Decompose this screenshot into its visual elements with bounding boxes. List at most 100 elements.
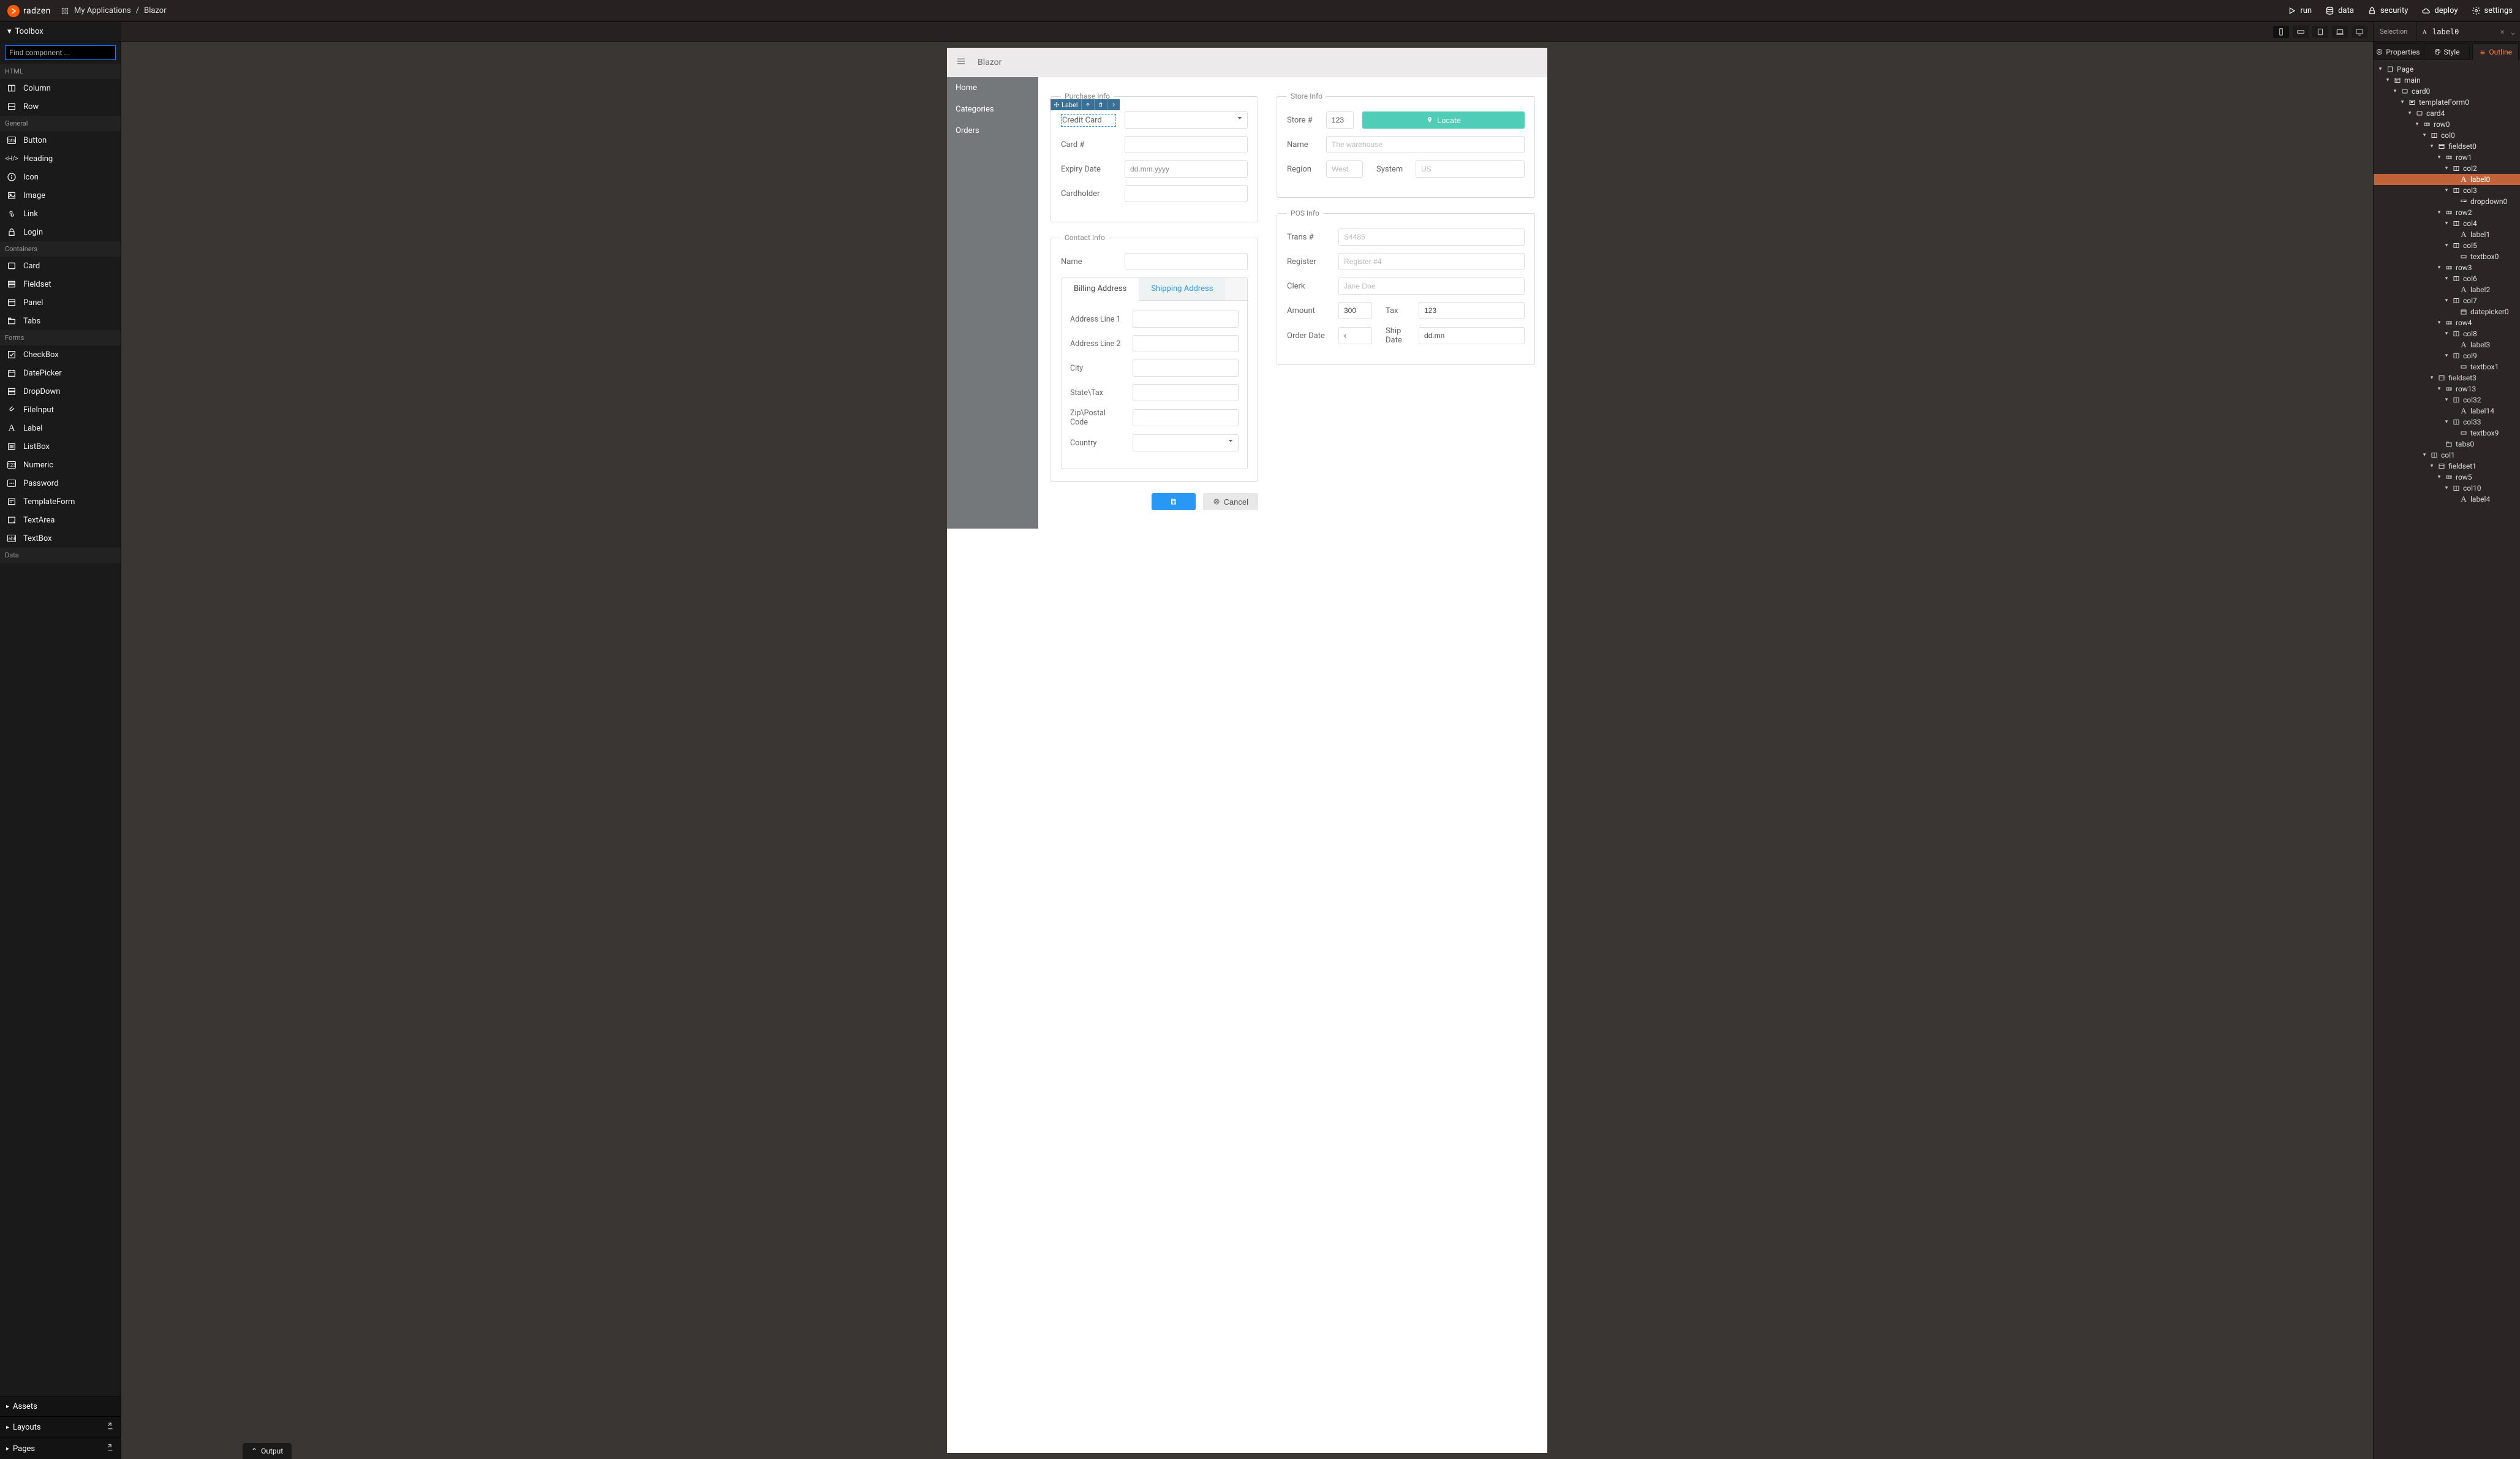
outline-node-label0[interactable]: Alabel0 — [2374, 174, 2520, 185]
tool-numeric[interactable]: 123Numeric — [0, 456, 121, 474]
tab-outline[interactable]: Outline — [2472, 43, 2519, 60]
outline-node-col0[interactable]: ▾col0 — [2374, 130, 2520, 141]
run-action[interactable]: run — [2287, 6, 2312, 15]
tab-billing[interactable]: Billing Address — [1062, 278, 1139, 301]
tool-checkbox[interactable]: CheckBox — [0, 345, 121, 364]
outline-node-label14[interactable]: Alabel14 — [2374, 405, 2520, 417]
tool-panel[interactable]: Panel — [0, 293, 121, 312]
input-clerk[interactable] — [1338, 277, 1525, 295]
breadcrumb-project[interactable]: Blazor — [144, 6, 167, 15]
nav-orders[interactable]: Orders — [947, 120, 1038, 141]
outline-node-col33[interactable]: ▾col33 — [2374, 417, 2520, 428]
outline-node-fieldset1[interactable]: ▾fieldset1 — [2374, 461, 2520, 472]
select-country[interactable] — [1133, 434, 1239, 451]
tool-icon[interactable]: Icon — [0, 168, 121, 186]
input-addr2[interactable] — [1133, 335, 1239, 352]
input-region[interactable] — [1326, 160, 1363, 178]
tool-login[interactable]: Login — [0, 223, 121, 241]
tool-dropdown[interactable]: DropDown — [0, 382, 121, 401]
outline-node-row3[interactable]: ▾row3 — [2374, 262, 2520, 273]
tool-row[interactable]: Row — [0, 97, 121, 116]
input-order-date[interactable] — [1338, 327, 1372, 344]
outline-node-col2[interactable]: ▾col2 — [2374, 163, 2520, 174]
outline-node-card4[interactable]: ▾card4 — [2374, 108, 2520, 119]
export-icon[interactable] — [106, 1443, 115, 1454]
fieldset-pos[interactable]: POS Info Trans # Register Clerk Amount T… — [1277, 209, 1535, 365]
tool-templateform[interactable]: TemplateForm — [0, 492, 121, 511]
input-zip[interactable] — [1133, 409, 1239, 426]
device-tablet[interactable] — [2312, 25, 2329, 39]
outline-node-col7[interactable]: ▾col7 — [2374, 295, 2520, 306]
tab-style[interactable]: Style — [2424, 43, 2470, 60]
tab-properties[interactable]: Properties — [2375, 43, 2421, 60]
nav-home[interactable]: Home — [947, 77, 1038, 99]
input-ship-date[interactable] — [1419, 327, 1525, 344]
tool-datepicker[interactable]: DatePicker — [0, 364, 121, 382]
outline-node-row5[interactable]: ▾row5 — [2374, 472, 2520, 483]
input-register[interactable] — [1338, 253, 1525, 270]
outline-node-dropdown0[interactable]: dropdown0 — [2374, 196, 2520, 207]
next-select[interactable] — [1107, 99, 1120, 110]
outline-node-label4[interactable]: Alabel4 — [2374, 494, 2520, 505]
input-store-name[interactable] — [1326, 136, 1525, 153]
outline-node-tabs0[interactable]: tabs0 — [2374, 439, 2520, 450]
save-button[interactable] — [1152, 493, 1196, 510]
parent-select[interactable] — [1082, 99, 1095, 110]
outline-node-col5[interactable]: ▾col5 — [2374, 240, 2520, 251]
tool-heading[interactable]: <H/>Heading — [0, 149, 121, 168]
selection-dropdown[interactable]: ⌄ — [2511, 28, 2515, 36]
tool-password[interactable]: •••Password — [0, 474, 121, 492]
device-desktop[interactable] — [2351, 25, 2368, 39]
input-contact-name[interactable] — [1125, 253, 1248, 270]
design-canvas[interactable]: Blazor Home Categories Orders Purch — [121, 42, 2373, 1459]
outline-tree[interactable]: ▾Page▾main▾card0▾templateForm0▾card4▾row… — [2374, 60, 2520, 1459]
outline-node-row0[interactable]: ▾row0 — [2374, 119, 2520, 130]
outline-node-label3[interactable]: Alabel3 — [2374, 339, 2520, 350]
input-tax[interactable] — [1419, 302, 1525, 319]
outline-node-fieldset3[interactable]: ▾fieldset3 — [2374, 372, 2520, 383]
fieldset-purchase[interactable]: Purchase Info Label C — [1051, 92, 1258, 222]
toolbox-header[interactable]: ▾ Toolbox — [0, 22, 121, 41]
tool-textarea[interactable]: TextArea — [0, 511, 121, 529]
input-expiry[interactable] — [1125, 160, 1248, 178]
clear-selection[interactable]: × — [2498, 28, 2507, 36]
export-icon[interactable] — [106, 1422, 115, 1433]
device-laptop[interactable] — [2331, 25, 2348, 39]
tool-column[interactable]: Column — [0, 79, 121, 97]
outline-node-card0[interactable]: ▾card0 — [2374, 86, 2520, 97]
tool-listbox[interactable]: ListBox — [0, 437, 121, 456]
move-handle[interactable]: Label — [1051, 99, 1082, 110]
delete-element[interactable] — [1095, 99, 1107, 110]
outline-node-col1[interactable]: ▾col1 — [2374, 450, 2520, 461]
deploy-action[interactable]: deploy — [2421, 6, 2458, 15]
tool-button[interactable]: btnButton — [0, 131, 121, 149]
outline-node-textbox1[interactable]: textbox1 — [2374, 361, 2520, 372]
hamburger-icon[interactable] — [956, 56, 967, 69]
locate-button[interactable]: Locate — [1362, 111, 1525, 129]
fieldset-store[interactable]: Store Info Store # Locate Name — [1277, 92, 1535, 198]
outline-node-col9[interactable]: ▾col9 — [2374, 350, 2520, 361]
input-card-no[interactable] — [1125, 136, 1248, 153]
input-store-no[interactable] — [1326, 111, 1354, 129]
outline-node-row13[interactable]: ▾row13 — [2374, 383, 2520, 394]
device-phone-landscape[interactable] — [2292, 25, 2309, 39]
outline-node-col8[interactable]: ▾col8 — [2374, 328, 2520, 339]
input-addr1[interactable] — [1133, 311, 1239, 328]
tab-shipping[interactable]: Shipping Address — [1139, 278, 1225, 300]
outline-node-fieldset0[interactable]: ▾fieldset0 — [2374, 141, 2520, 152]
input-amount[interactable] — [1338, 302, 1372, 319]
tool-fileinput[interactable]: FileInput — [0, 401, 121, 419]
tool-card[interactable]: Card — [0, 257, 121, 275]
output-toggle[interactable]: ⌃ Output — [243, 1443, 292, 1459]
select-credit-card[interactable] — [1125, 111, 1248, 129]
breadcrumb[interactable]: My Applications / Blazor — [61, 6, 167, 15]
settings-action[interactable]: settings — [2472, 6, 2513, 15]
outline-node-col3[interactable]: ▾col3 — [2374, 185, 2520, 196]
cancel-button[interactable]: Cancel — [1203, 493, 1258, 510]
input-system[interactable] — [1416, 160, 1525, 178]
tool-image[interactable]: Image — [0, 186, 121, 205]
outline-node-main[interactable]: ▾main — [2374, 75, 2520, 86]
outline-node-textbox9[interactable]: textbox9 — [2374, 428, 2520, 439]
data-action[interactable]: data — [2325, 6, 2354, 15]
outline-node-col10[interactable]: ▾col10 — [2374, 483, 2520, 494]
